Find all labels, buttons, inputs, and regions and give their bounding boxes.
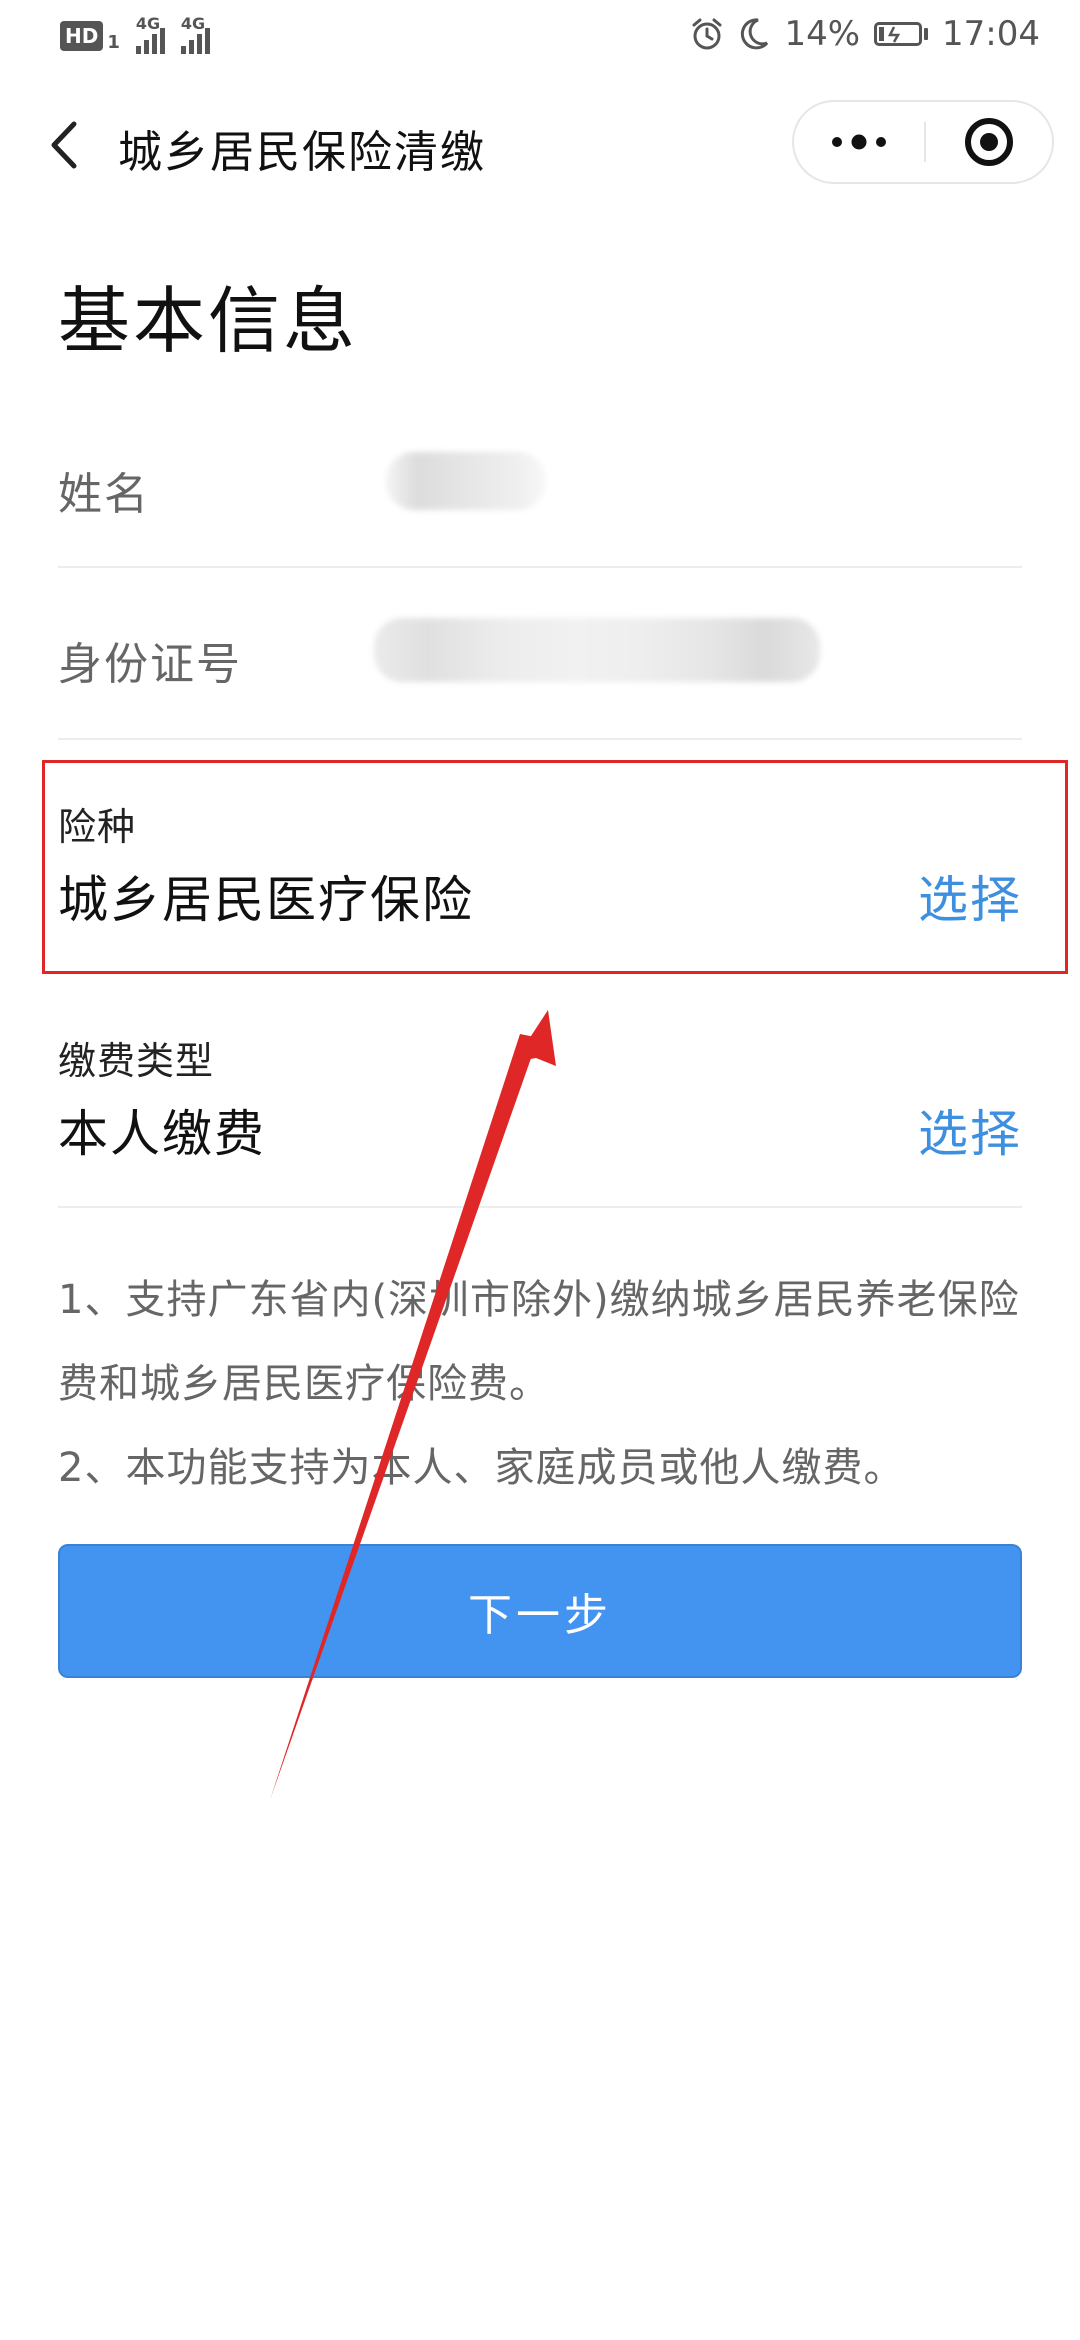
nav-bar: 城乡居民保险清缴: [0, 90, 1080, 200]
status-bar: HD 1 4G 4G 14% 17:04: [0, 0, 1080, 80]
status-right: 14% 17:04: [690, 14, 1040, 54]
payment-type-label: 缴费类型: [58, 1039, 215, 1083]
status-left: HD 1 4G 4G: [60, 14, 210, 54]
insurance-type-value: 城乡居民医疗保险: [58, 871, 474, 929]
battery-icon: [874, 22, 929, 46]
hd-icon: HD: [60, 21, 104, 51]
target-close-icon: [965, 118, 1013, 166]
more-dots-icon: [832, 134, 886, 150]
id-number-value-redacted: [374, 618, 820, 682]
page: HD 1 4G 4G 14% 17:04 城乡居民保险清缴 基本信息 姓名 身份…: [0, 0, 1080, 2340]
hd-sim-number: 1: [107, 31, 120, 53]
network-type-label: 4G: [135, 14, 161, 33]
divider: [58, 566, 1022, 568]
signal-icon-2: 4G: [180, 14, 210, 54]
note-item: 2、本功能支持为本人、家庭成员或他人缴费。: [58, 1445, 905, 1491]
nav-title: 城乡居民保险清缴: [118, 127, 486, 178]
miniprogram-capsule: [792, 100, 1054, 184]
payment-type-select-button[interactable]: 选择: [918, 1094, 1022, 1166]
divider: [58, 738, 1022, 740]
note-item: 1、支持广东省内(深圳市除外)缴纳城乡居民养老保险费和城乡居民医疗保险费。: [58, 1277, 1020, 1407]
id-number-label: 身份证号: [58, 639, 242, 690]
notes: 1、支持广东省内(深圳市除外)缴纳城乡居民养老保险费和城乡居民医疗保险费。 2、…: [58, 1258, 1022, 1510]
section-title: 基本信息: [58, 279, 359, 363]
more-button[interactable]: [794, 102, 924, 182]
clock: 17:04: [942, 14, 1040, 54]
insurance-type-select-button[interactable]: 选择: [918, 860, 1022, 932]
moon-icon: [741, 18, 769, 50]
battery-percent: 14%: [784, 14, 861, 54]
payment-type-value: 本人缴费: [58, 1105, 266, 1163]
network-type-label-2: 4G: [180, 14, 206, 33]
signal-icon: 4G: [135, 14, 165, 54]
name-value-redacted: [386, 452, 546, 510]
divider: [58, 1206, 1022, 1208]
back-arrow-icon[interactable]: [44, 120, 84, 170]
close-miniprogram-button[interactable]: [926, 102, 1052, 182]
alarm-icon: [692, 18, 722, 50]
name-label: 姓名: [58, 469, 150, 520]
insurance-type-label: 险种: [58, 805, 137, 849]
next-step-button[interactable]: 下一步: [58, 1544, 1022, 1678]
